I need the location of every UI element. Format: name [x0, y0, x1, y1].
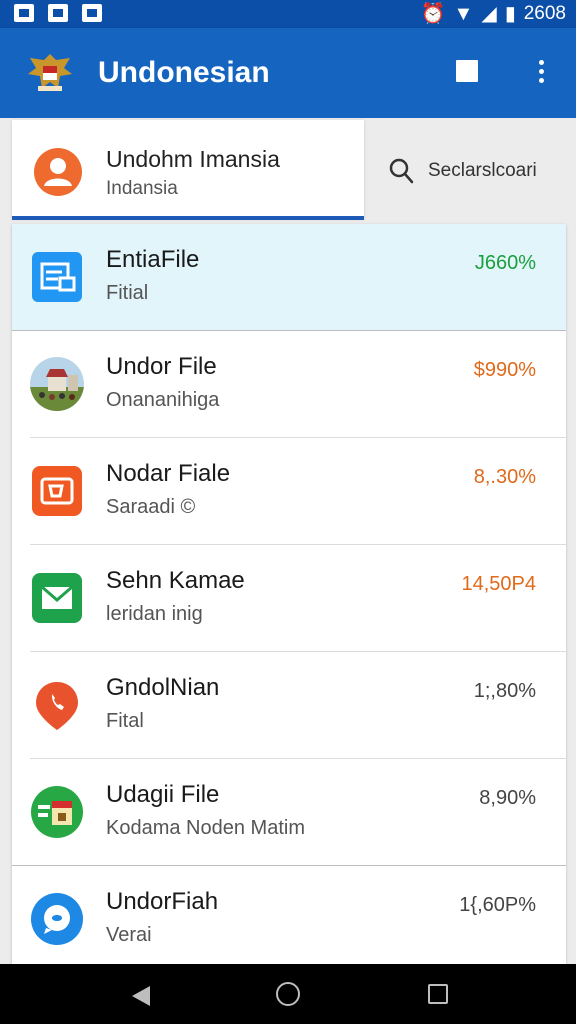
- more-vert-icon[interactable]: [530, 58, 554, 86]
- search-label: Seclarslcoari: [428, 160, 537, 181]
- garuda-emblem-icon: [28, 54, 72, 91]
- app-title: Undonesian: [98, 56, 270, 89]
- profile-name: Undohm Imansia: [106, 146, 280, 172]
- item-value: 14,50P4: [461, 573, 536, 595]
- tab-bar: Undohm Imansia Indansia Seclarslcoari: [0, 118, 576, 224]
- notification-icon: [48, 4, 68, 22]
- item-value: 8,.30%: [473, 466, 536, 488]
- list-item[interactable]: UndorFiah Verai 1{,60P%: [12, 866, 566, 964]
- chat-bubble-icon: [31, 893, 83, 945]
- item-title: UndorFiah: [106, 888, 219, 915]
- back-icon[interactable]: [130, 984, 152, 1008]
- item-value: 1{,60P%: [459, 894, 536, 916]
- item-title: Sehn Kamae: [106, 567, 245, 594]
- item-value: 8,90%: [479, 787, 536, 809]
- avatar: [34, 148, 82, 196]
- tab-indicator: [12, 216, 364, 220]
- home-icon[interactable]: [276, 982, 300, 1006]
- status-bar: ⏰ ▼ ◢ ▮ 2608: [0, 0, 576, 28]
- item-value: J660%: [474, 252, 536, 274]
- navigation-bar: [0, 964, 576, 1024]
- status-time: 2608: [523, 3, 566, 24]
- recents-icon[interactable]: [428, 984, 448, 1004]
- app-bar: Undonesian: [0, 28, 576, 118]
- item-subtitle: leridan inig: [106, 603, 203, 625]
- item-subtitle: Onananihiga: [106, 389, 220, 411]
- item-subtitle: Kodama Noden Matim: [106, 817, 305, 839]
- stop-icon[interactable]: [456, 60, 478, 82]
- list-item[interactable]: Sehn Kamae leridan inig 14,50P4: [12, 545, 566, 652]
- village-photo-icon: [30, 357, 84, 411]
- item-title: Nodar Fiale: [106, 460, 231, 487]
- list-item[interactable]: Udagii File Kodama Noden Matim 8,90%: [12, 759, 566, 866]
- item-value: 1;,80%: [473, 680, 536, 702]
- item-title: Undor File: [106, 353, 217, 380]
- profile-subtitle: Indansia: [106, 178, 178, 199]
- person-icon: [44, 158, 72, 186]
- item-subtitle: Fitial: [106, 282, 149, 304]
- item-subtitle: Saraadi ©: [106, 496, 196, 518]
- list-item[interactable]: GndolNian Fital 1;,80%: [12, 652, 566, 759]
- alarm-icon: ⏰: [420, 3, 446, 25]
- item-subtitle: Verai: [106, 924, 152, 946]
- store-icon: [82, 4, 102, 22]
- search-icon: [389, 158, 414, 184]
- battery-icon: ▮: [504, 3, 516, 25]
- item-title: EntiaFile: [106, 246, 200, 273]
- signal-icon: ◢: [481, 3, 497, 25]
- item-subtitle: Fital: [106, 710, 144, 732]
- item-title: Udagii File: [106, 781, 220, 808]
- tab-profile[interactable]: Undohm Imansia Indansia: [12, 120, 364, 218]
- slides-icon: [32, 466, 82, 516]
- tab-search[interactable]: Seclarslcoari: [372, 148, 572, 192]
- item-title: GndolNian: [106, 674, 220, 701]
- item-value: $990%: [473, 359, 536, 381]
- image-icon: [14, 4, 34, 22]
- wifi-icon: ▼: [453, 3, 474, 25]
- list-item[interactable]: Nodar Fiale Saraadi © 8,.30%: [12, 438, 566, 545]
- mail-icon: [32, 573, 82, 623]
- document-badge-icon: [31, 786, 83, 838]
- list-item[interactable]: EntiaFile Fitial J660%: [12, 224, 566, 331]
- list-item[interactable]: Undor File Onananihiga $990%: [12, 331, 566, 438]
- location-pin-icon: [36, 682, 78, 730]
- file-list: EntiaFile Fitial J660% Undor File Onanan…: [12, 224, 566, 964]
- file-card-icon: [32, 252, 82, 302]
